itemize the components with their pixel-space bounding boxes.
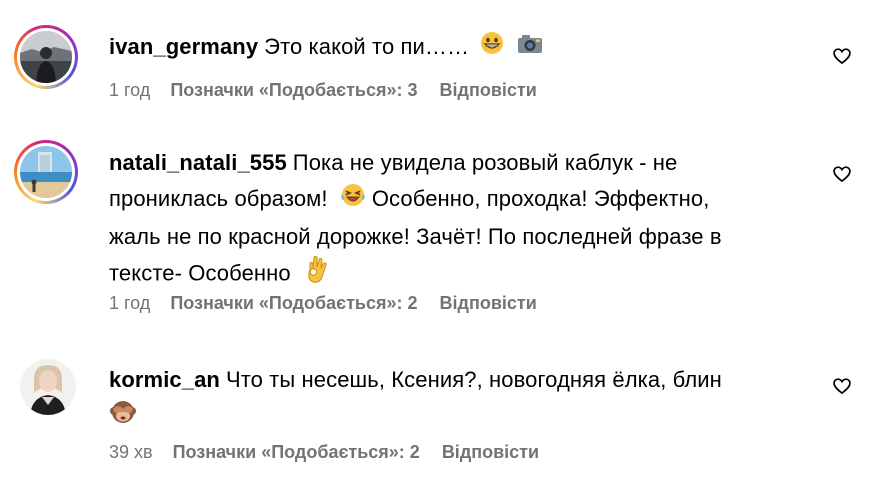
like-heart-icon[interactable] xyxy=(832,46,852,66)
comment-likes-count[interactable]: Позначки «Подобається»: 2 xyxy=(170,293,417,313)
comment-timestamp[interactable]: 1 год xyxy=(109,293,150,313)
comment-text-line: Особенно, проходка! Эффектно, xyxy=(371,186,710,211)
comment-username[interactable]: kormic_an xyxy=(109,367,220,392)
avatar xyxy=(20,31,72,83)
like-heart-icon[interactable] xyxy=(832,376,852,396)
like-heart-icon[interactable] xyxy=(832,164,852,184)
comment-username[interactable]: natali_natali_555 xyxy=(109,150,287,175)
comment-timestamp[interactable]: 1 год xyxy=(109,80,150,100)
see-no-evil-monkey-emoji xyxy=(109,399,137,436)
comment-meta: 39 хв Позначки «Подобається»: 2 Відповісти xyxy=(109,442,539,463)
comment-text: Это какой то пи…… xyxy=(264,34,470,59)
avatar xyxy=(20,146,72,198)
comment-text: Что ты несешь, Ксения?, новогодняя ёлка,… xyxy=(225,367,722,392)
comment-body: kormic_an Что ты несешь, Ксения?, новогод… xyxy=(109,362,809,436)
comment-text-line: жаль не по красной дорожке! Зачёт! По по… xyxy=(109,223,722,249)
avatar[interactable] xyxy=(20,359,76,415)
ok-hand-emoji xyxy=(305,255,329,294)
camera-emoji xyxy=(516,30,544,66)
comment-timestamp[interactable]: 39 хв xyxy=(109,442,153,462)
comment-text-line: тексте- Особенно xyxy=(109,260,291,285)
reply-button[interactable]: Відповісти xyxy=(440,293,537,313)
comment-likes-count[interactable]: Позначки «Подобається»: 3 xyxy=(170,80,417,100)
comment-item: ivan_germany Это какой то пи…… 1 год Позна… xyxy=(0,0,872,120)
reply-button[interactable]: Відповісти xyxy=(442,442,539,462)
comment-text-line: Пока не увидела розовый каблук - не xyxy=(292,150,678,175)
avatar-story-ring[interactable] xyxy=(14,25,78,89)
grinning-face-emoji xyxy=(479,30,505,67)
reply-button[interactable]: Відповісти xyxy=(440,80,537,100)
comment-meta: 1 год Позначки «Подобається»: 2 Відповісти xyxy=(109,293,537,314)
comment-text-line: прониклась образом! xyxy=(109,186,328,211)
comment-body: natali_natali_555 Пока не увидела розовый… xyxy=(109,145,809,294)
avatar-story-ring[interactable] xyxy=(14,140,78,204)
comment-meta: 1 год Позначки «Подобається»: 3 Відповісти xyxy=(109,80,537,101)
comment-username[interactable]: ivan_germany xyxy=(109,34,258,59)
comment-likes-count[interactable]: Позначки «Подобається»: 2 xyxy=(173,442,420,462)
comment-body: ivan_germany Это какой то пи…… xyxy=(109,29,809,67)
laughing-tears-emoji xyxy=(340,182,366,219)
